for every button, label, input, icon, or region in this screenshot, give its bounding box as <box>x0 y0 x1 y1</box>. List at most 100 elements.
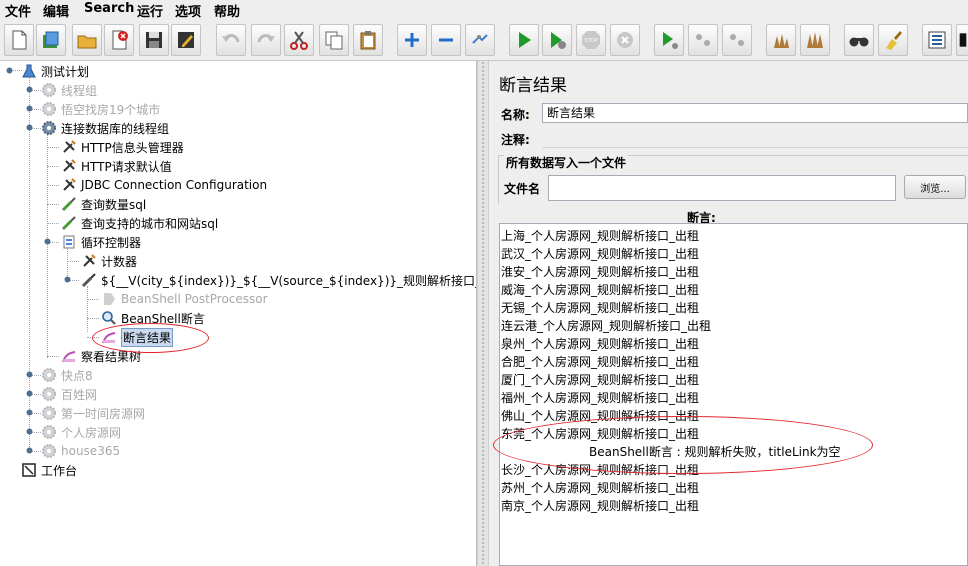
expanded-handle-icon[interactable] <box>43 237 52 246</box>
tree-node-label: 工作台 <box>41 463 78 478</box>
collapsed-handle-icon[interactable] <box>25 85 34 94</box>
tree-node-thread-group[interactable]: 线程组 <box>40 81 97 99</box>
tree-node-thread-group[interactable]: 快点8 <box>40 366 93 384</box>
filename-label: 文件名 <box>504 182 541 196</box>
save-as-button[interactable] <box>171 24 201 56</box>
clear-button[interactable] <box>766 24 796 56</box>
redo-button[interactable] <box>251 24 281 56</box>
expanded-handle-icon[interactable] <box>63 275 72 284</box>
gear-icon <box>40 423 58 441</box>
new-button[interactable] <box>4 24 34 56</box>
tree-node-post-processor[interactable]: BeanShell PostProcessor <box>100 290 268 308</box>
templates-button[interactable] <box>36 24 66 56</box>
close-button[interactable] <box>104 24 134 56</box>
wrench-icon <box>60 157 78 175</box>
collapsed-handle-icon[interactable] <box>25 389 34 398</box>
tree-node-label: ${__V(city_${index})}_${__V(source_${ind… <box>101 273 477 288</box>
clear-all-icon <box>807 32 823 48</box>
workbench-icon <box>20 461 38 479</box>
menu-edit[interactable]: 编辑 <box>43 1 69 20</box>
toolbar: STOP <box>0 20 968 61</box>
tree-node-thread-group[interactable]: house365 <box>40 442 120 460</box>
controller-icon <box>60 233 78 251</box>
paste-button[interactable] <box>353 24 383 56</box>
result-line: 苏州_个人房源网_规则解析接口_出租 <box>501 481 700 495</box>
start-no-pauses-button[interactable] <box>542 24 572 56</box>
open-button[interactable] <box>72 24 102 56</box>
tree-node-label: house365 <box>61 444 121 458</box>
tree-node-thread-group[interactable]: 百姓网 <box>40 385 97 403</box>
menu-options[interactable]: 选项 <box>175 1 201 20</box>
menu-run[interactable]: 运行 <box>137 1 163 20</box>
tree-node-thread-group[interactable]: 第一时间房源网 <box>40 404 145 422</box>
pipette-icon <box>60 214 78 232</box>
assertion-results-area[interactable]: 上海_个人房源网_规则解析接口_出租 武汉_个人房源网_规则解析接口_出租 淮安… <box>499 223 968 566</box>
name-field[interactable]: 断言结果 <box>542 103 968 123</box>
save-icon <box>146 32 162 48</box>
tree-node-label: 快点8 <box>61 368 93 383</box>
expanded-handle-icon[interactable] <box>5 66 14 75</box>
annotation-ellipse <box>92 323 209 353</box>
browse-button[interactable]: 浏览... <box>904 175 966 199</box>
templates-icon <box>43 31 59 48</box>
menu-file[interactable]: 文件 <box>5 1 31 20</box>
collapsed-handle-icon[interactable] <box>25 104 34 113</box>
menu-help[interactable]: 帮助 <box>214 1 240 20</box>
result-line: 合肥_个人房源网_规则解析接口_出租 <box>501 355 700 369</box>
save-button[interactable] <box>139 24 169 56</box>
tree-node-label: 个人房源网 <box>61 425 122 440</box>
collapsed-handle-icon[interactable] <box>25 370 34 379</box>
reset-search-button[interactable] <box>878 24 908 56</box>
tree-node-label: HTTP请求默认值 <box>81 159 172 174</box>
clear-all-button[interactable] <box>800 24 830 56</box>
result-line: 连云港_个人房源网_规则解析接口_出租 <box>501 319 712 333</box>
shutdown-button[interactable] <box>610 24 640 56</box>
tree-node-test-plan[interactable]: 测试计划 <box>20 62 89 80</box>
tree-node-thread-group[interactable]: 悟空找房19个城市 <box>40 100 160 118</box>
tree-node-thread-group[interactable]: 连接数据库的线程组 <box>40 119 169 137</box>
filename-input[interactable] <box>548 175 896 201</box>
remote-stop-button[interactable] <box>688 24 718 56</box>
tree-node-sampler[interactable]: 查询支持的城市和网站sql <box>60 214 218 232</box>
remote-shutdown-button[interactable] <box>722 24 752 56</box>
tree-node-loop-controller[interactable]: 循环控制器 <box>60 233 141 251</box>
page-title: 断言结果 <box>499 76 567 96</box>
collapsed-handle-icon[interactable] <box>25 446 34 455</box>
tree-node-label: 查询数量sql <box>81 197 147 212</box>
expand-all-button[interactable] <box>397 24 427 56</box>
tree-node-config[interactable]: JDBC Connection Configuration <box>60 176 267 194</box>
toggle-button[interactable] <box>465 24 495 56</box>
menu-search[interactable]: Search <box>84 1 134 16</box>
start-button[interactable] <box>509 24 539 56</box>
tree-node-label: 百姓网 <box>61 387 98 402</box>
annotation-ellipse <box>493 416 873 474</box>
function-helper-button[interactable] <box>922 24 952 56</box>
tree-node-counter[interactable]: 计数器 <box>80 252 137 270</box>
collapse-all-button[interactable] <box>431 24 461 56</box>
tree-node-sampler[interactable]: 查询数量sql <box>60 195 146 213</box>
tree-node-label: BeanShell PostProcessor <box>121 292 268 306</box>
tree-node-http-sampler[interactable]: ${__V(city_${index})}_${__V(source_${ind… <box>80 271 477 289</box>
start-no-pause-icon <box>551 32 566 49</box>
undo-button[interactable] <box>216 24 246 56</box>
remote-start-button[interactable] <box>654 24 684 56</box>
tree-node-config[interactable]: HTTP信息头管理器 <box>60 138 184 156</box>
tree-node-workbench[interactable]: 工作台 <box>20 461 77 479</box>
collapsed-handle-icon[interactable] <box>25 427 34 436</box>
copy-button[interactable] <box>319 24 349 56</box>
tree-node-config[interactable]: HTTP请求默认值 <box>60 157 172 175</box>
split-pane-divider[interactable] <box>477 61 489 566</box>
magnifier-icon <box>100 309 118 327</box>
collapsed-handle-icon[interactable] <box>25 408 34 417</box>
test-plan-icon <box>20 62 38 80</box>
expanded-handle-icon[interactable] <box>25 123 34 132</box>
help-button[interactable] <box>956 24 968 56</box>
stop-button[interactable]: STOP <box>576 24 606 56</box>
cut-button[interactable] <box>284 24 314 56</box>
tree-node-thread-group[interactable]: 个人房源网 <box>40 423 121 441</box>
clear-icon <box>774 34 789 48</box>
search-button[interactable] <box>844 24 874 56</box>
pipette-icon <box>80 271 98 289</box>
comment-field[interactable] <box>542 128 968 148</box>
paste-icon <box>360 31 376 50</box>
